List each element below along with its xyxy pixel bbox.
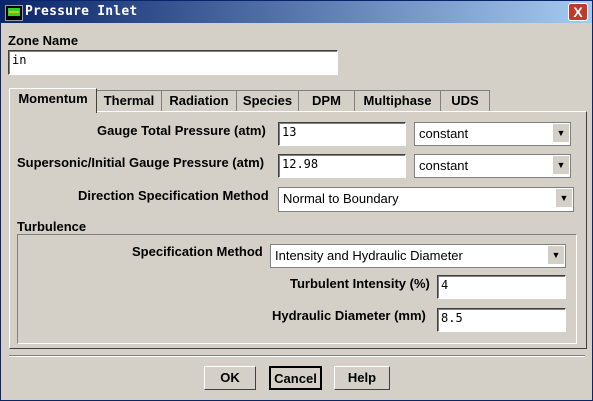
close-button[interactable]: X [568,3,588,21]
turbulent-intensity-label: Turbulent Intensity (%) [290,276,430,291]
gauge-total-pressure-input[interactable]: 13 [278,122,406,146]
chevron-down-icon[interactable]: ▼ [552,124,569,142]
chevron-down-icon[interactable]: ▼ [552,156,569,174]
zone-name-input[interactable]: in [8,50,338,75]
hydraulic-diameter-input[interactable]: 8.5 [437,308,566,332]
title-bar[interactable]: Pressure Inlet X [1,1,592,23]
turbulence-spec-method-label: Specification Method [132,244,263,259]
gauge-total-method-value: constant [419,126,469,141]
supersonic-pressure-label: Supersonic/Initial Gauge Pressure (atm) [17,155,265,170]
supersonic-pressure-method-select[interactable]: constant ▼ [414,154,571,178]
hydraulic-diameter-label: Hydraulic Diameter (mm) [272,308,426,323]
direction-spec-label: Direction Specification Method [78,188,269,203]
button-separator [9,355,585,357]
tab-radiation[interactable]: Radiation [161,90,237,111]
zone-name-label: Zone Name [8,33,79,48]
gauge-total-pressure-label: Gauge Total Pressure (atm) [97,123,266,138]
turbulence-spec-method-value: Intensity and Hydraulic Diameter [275,248,463,263]
tab-momentum[interactable]: Momentum [9,88,97,113]
chevron-down-icon[interactable]: ▼ [555,189,572,207]
chevron-down-icon[interactable]: ▼ [547,246,564,264]
tab-dpm[interactable]: DPM [298,90,355,111]
cancel-button[interactable]: Cancel [269,366,322,390]
turbulent-intensity-input[interactable]: 4 [437,275,566,299]
gauge-total-pressure-method-select[interactable]: constant ▼ [414,122,571,146]
tab-thermal[interactable]: Thermal [96,90,162,111]
turbulence-heading: Turbulence [17,219,87,234]
turbulence-spec-method-select[interactable]: Intensity and Hydraulic Diameter ▼ [270,244,566,268]
tab-uds[interactable]: UDS [440,90,490,111]
direction-spec-select[interactable]: Normal to Boundary ▼ [278,187,574,212]
ok-button[interactable]: OK [204,366,256,390]
supersonic-pressure-input[interactable]: 12.98 [278,154,406,178]
window-title: Pressure Inlet [25,4,138,19]
tab-species[interactable]: Species [236,90,299,111]
help-button[interactable]: Help [334,366,390,390]
app-icon [5,5,23,21]
direction-spec-value: Normal to Boundary [283,191,399,206]
pressure-inlet-dialog: Pressure Inlet X Zone Name in Momentum T… [0,0,593,401]
tab-multiphase[interactable]: Multiphase [354,90,441,111]
supersonic-method-value: constant [419,158,469,173]
